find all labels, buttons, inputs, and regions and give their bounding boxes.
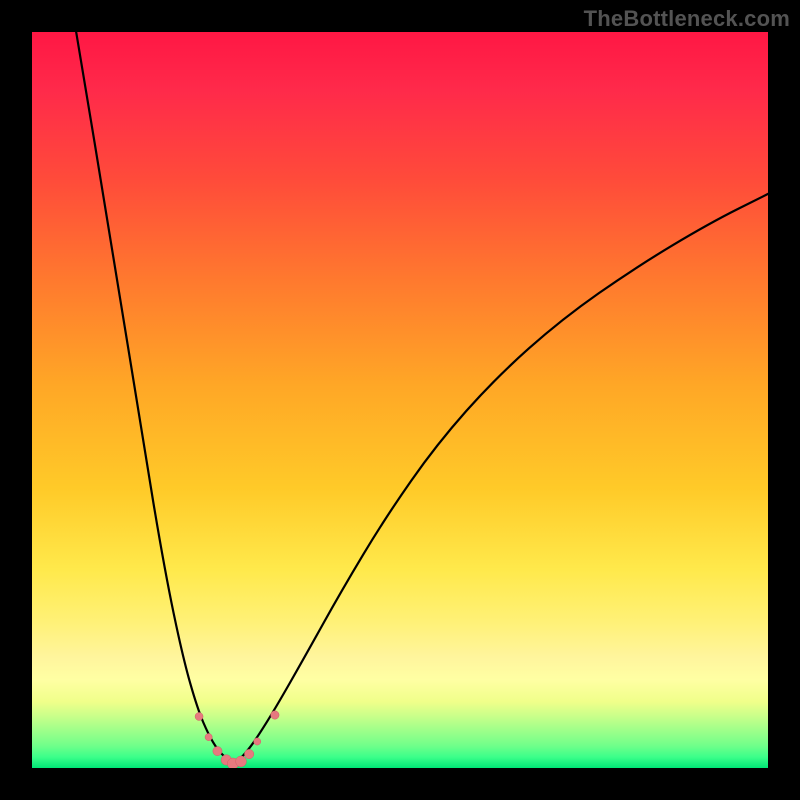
data-dot bbox=[205, 733, 212, 740]
data-dot bbox=[254, 738, 261, 745]
data-dot bbox=[271, 711, 279, 719]
data-dot bbox=[195, 712, 203, 720]
dot-group bbox=[195, 711, 279, 768]
watermark-text: TheBottleneck.com bbox=[584, 6, 790, 32]
data-dot bbox=[236, 756, 247, 767]
data-dot bbox=[213, 746, 222, 755]
chart-canvas: TheBottleneck.com bbox=[0, 0, 800, 800]
data-dot bbox=[244, 749, 253, 758]
plot-area bbox=[32, 32, 768, 768]
bottleneck-curve bbox=[76, 32, 768, 764]
chart-svg bbox=[32, 32, 768, 768]
